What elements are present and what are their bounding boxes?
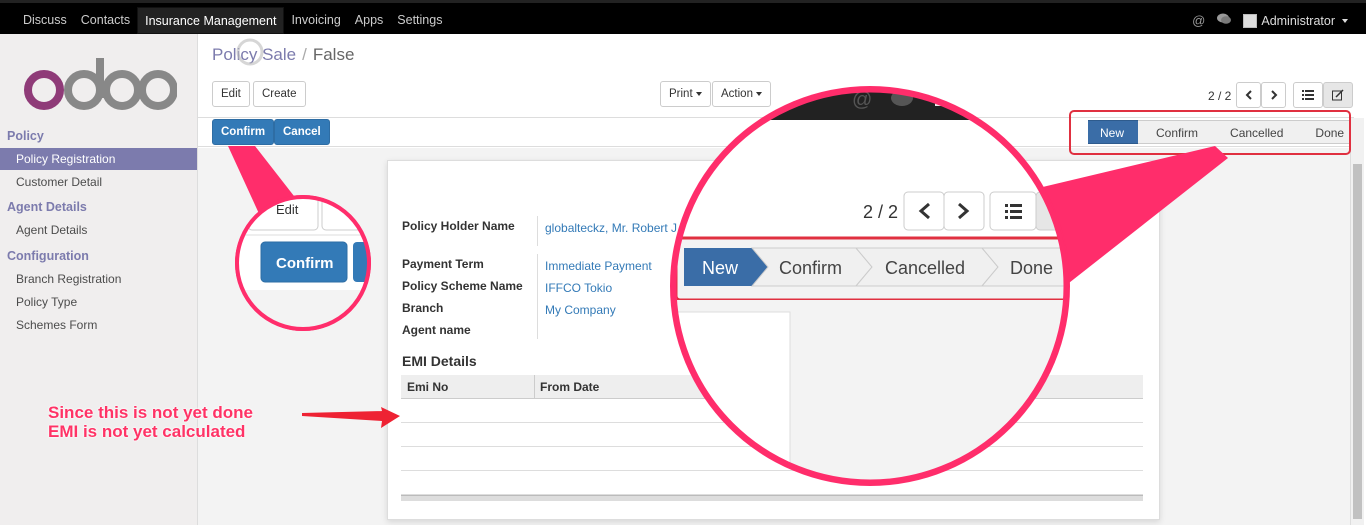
zoom-pager-value: 2 / 2 xyxy=(863,202,898,222)
zoom-status-bar: New Confirm Cancelled Done xyxy=(684,247,1066,287)
annotation-line-1: Since this is not yet done xyxy=(48,403,253,422)
screen: Discuss Contacts Insurance Management In… xyxy=(0,0,1366,525)
zoom-edit-label: Edit xyxy=(276,202,299,217)
zoom-stage-done: Done xyxy=(1010,258,1053,278)
right-magnifier: @ 2 / 2 New Confirm Cancelled Done xyxy=(670,86,1070,486)
annotation-line-2: EMI is not yet calculated xyxy=(48,422,246,441)
zoom-stage-new: New xyxy=(702,258,739,278)
zoom-confirm-label: Confirm xyxy=(276,255,334,272)
zoom-stage-confirm: Confirm xyxy=(779,258,842,278)
zoom-stage-cancelled: Cancelled xyxy=(885,258,965,278)
annotation-note: Since this is not yet done EMI is not ye… xyxy=(48,403,253,441)
zoom-list-icon xyxy=(1005,204,1022,219)
annotation-overlay: Edit Confirm @ 2 / 2 New Confirm Cancell… xyxy=(228,38,1228,486)
left-magnifier: Edit Confirm xyxy=(235,195,371,331)
annotation-arrow xyxy=(302,407,400,428)
click-indicator xyxy=(236,38,264,66)
